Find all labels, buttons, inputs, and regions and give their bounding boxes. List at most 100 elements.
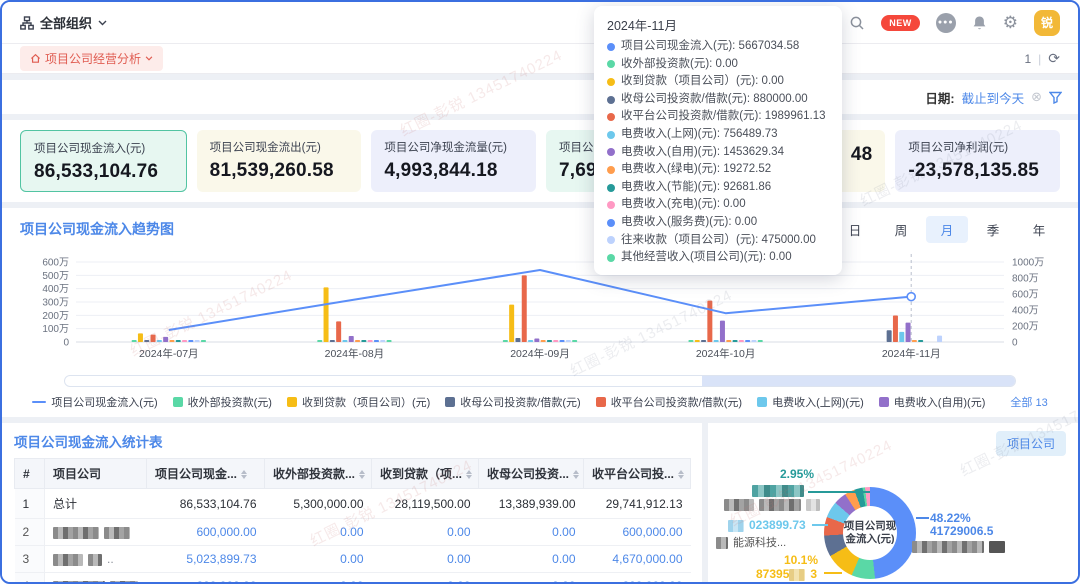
page-number: 1 [1024,52,1031,66]
filter-funnel-icon[interactable] [1049,91,1062,104]
svg-text:200万: 200万 [42,311,69,322]
period-tab-月[interactable]: 月 [926,216,968,243]
kpi-card-net-profit[interactable]: 项目公司净利润(元) -23,578,135.85 [895,130,1060,192]
table-row[interactable]: 2600,000.000.000.000.00600,000.00 [15,519,691,546]
value-cell: 200,000.00 [584,573,691,584]
refresh-icon[interactable]: ⟳ [1048,50,1060,67]
legend-label: 项目公司现金流入(元) [51,394,157,410]
tab-project-analysis[interactable]: 项目公司经营分析 [20,46,163,71]
value-cell: 600,000.00 [584,519,691,546]
row-index: 2 [15,519,45,546]
table-header-6[interactable]: 收平台公司投... [584,459,691,489]
tooltip-row-text: 电费收入(服务费)(元): 0.00 [621,214,757,232]
sort-carets-icon[interactable] [359,470,365,479]
legend-show-all-link[interactable]: 全部 13 [1010,394,1047,410]
org-selector[interactable]: 全部组织 [20,13,107,32]
kpi-value: 4,993,844.18 [384,160,523,182]
value-cell: 0.00 [265,573,372,584]
series-color-dot [607,184,615,192]
legend-label: 收平台公司投资款/借款(元) [611,394,742,410]
filter-bar: 日期: 截止到今天 ⊗ [2,80,1078,114]
legend-item[interactable]: 收母公司投资款/借款(元) [445,394,580,410]
donut-callout-blue-percent: 48.22% [930,511,971,525]
tooltip-row: 收母公司投资款/借款(元): 880000.00 [607,91,829,109]
legend-swatch [32,401,46,404]
legend-item[interactable]: 收外部投资款(元) [173,394,272,410]
legend-item[interactable]: 电费收入(自用)(元) [879,394,986,410]
sort-carets-icon[interactable] [573,470,579,479]
legend-item[interactable]: 电费收入(上网)(元) [757,394,864,410]
table-row[interactable]: 1总计86,533,104.765,300,000.0028,119,500.0… [15,489,691,519]
donut-callout-yellow-percent: 10.1% [784,553,818,567]
tooltip-row-text: 项目公司现金流入(元): 5667034.58 [621,38,799,56]
kpi-value: 81,539,260.58 [210,160,349,182]
donut-dimension-tag[interactable]: 项目公司 [996,431,1066,456]
kpi-value: -23,578,135.85 [908,160,1047,182]
tooltip-row: 往来收款（项目公司）(元): 475000.00 [607,232,829,250]
org-label: 全部组织 [40,13,92,32]
notifications-bell-icon[interactable] [972,15,987,31]
legend-item[interactable]: 收到贷款（项目公司）(元) [287,394,430,410]
period-tab-季[interactable]: 季 [972,216,1014,243]
value-cell: 0.00 [372,519,479,546]
sort-carets-icon[interactable] [241,470,247,479]
cash-inflow-table: #项目公司项目公司现金...收外部投资款...收到贷款（项...收母公司投资..… [14,458,691,584]
tab-label: 项目公司经营分析 [45,50,141,67]
kpi-label: 项目公司现金流出(元) [210,139,349,155]
sort-carets-icon[interactable] [466,470,472,479]
datazoom-selected-range[interactable] [702,376,1016,386]
series-color-dot [607,78,615,86]
period-tab-周[interactable]: 周 [880,216,922,243]
kpi-card-cash-inflow[interactable]: 项目公司现金流入(元) 86,533,104.76 [20,130,187,192]
tooltip-row: 电费收入(自用)(元): 1453629.34 [607,144,829,162]
table-header-2[interactable]: 项目公司现金... [147,459,265,489]
svg-text:100万: 100万 [42,324,69,335]
legend-label: 收母公司投资款/借款(元) [460,394,580,410]
table-header-4[interactable]: 收到贷款（项... [372,459,479,489]
cash-inflow-table-panel: 项目公司现金流入统计表 #项目公司项目公司现金...收外部投资款...收到贷款（… [2,423,702,584]
tooltip-row: 其他经营收入(项目公司)(元): 0.00 [607,249,829,267]
legend-item[interactable]: 项目公司现金流入(元) [32,394,157,410]
table-row[interactable]: 4...200,000.000.000.000.00200,000.00 [15,573,691,584]
datazoom-slider[interactable] [64,375,1016,387]
new-badge: NEW [881,15,920,31]
search-icon[interactable] [849,15,865,31]
avatar[interactable]: 锐 [1034,10,1060,36]
date-filter-value[interactable]: 截止到今天 [962,88,1025,107]
svg-text:2024年-11月: 2024年-11月 [882,347,941,360]
trend-combo-chart[interactable]: 600万500万400万300万200万100万01000万800万600万40… [20,242,1060,368]
settings-gear-icon[interactable]: ⚙ [1003,14,1018,31]
value-cell: 29,741,912.13 [584,489,691,519]
kpi-label: 项目公司净利润(元) [908,139,1047,155]
table-row[interactable]: 3..5,023,899.730.000.000.004,670,000.00 [15,546,691,573]
svg-text:0: 0 [63,338,69,349]
tooltip-row-text: 收到贷款（项目公司）(元): 0.00 [621,73,784,91]
trend-chart-title: 项目公司现金流入趋势图 [20,219,174,239]
series-color-dot [607,43,615,51]
period-tab-年[interactable]: 年 [1018,216,1060,243]
series-color-dot [607,166,615,174]
donut-callout-redacted-name-3 [912,541,1010,553]
table-header-3[interactable]: 收外部投资款... [265,459,372,489]
value-cell: 28,119,500.00 [372,489,479,519]
sort-carets-icon[interactable] [678,470,684,479]
svg-text:800万: 800万 [1012,274,1039,285]
chevron-down-icon [145,56,153,61]
tooltip-row: 电费收入(充电)(元): 0.00 [607,196,829,214]
chart-tooltip-rows: 项目公司现金流入(元): 5667034.58收外部投资款(元): 0.00收到… [607,38,829,267]
legend-label: 收外部投资款(元) [188,394,272,410]
chevron-down-icon [98,20,107,26]
table-header-5[interactable]: 收母公司投资... [479,459,584,489]
kpi-card-net-cashflow[interactable]: 项目公司净现金流量(元) 4,993,844.18 [371,130,536,192]
messages-icon[interactable]: ●●● [936,13,956,33]
kpi-card-cash-outflow[interactable]: 项目公司现金流出(元) 81,539,260.58 [197,130,362,192]
svg-text:2024年-08月: 2024年-08月 [325,347,385,360]
clear-filter-icon[interactable]: ⊗ [1031,89,1042,105]
series-color-dot [607,113,615,121]
donut-callout-lightblue-value: 023899.73 [728,518,806,532]
svg-text:0: 0 [1012,338,1018,349]
donut-connector-lightblue [812,524,828,526]
legend-item[interactable]: 收平台公司投资款/借款(元) [596,394,742,410]
value-cell: 0.00 [479,573,584,584]
donut-callout-yellow-value: 873953 [756,567,817,581]
